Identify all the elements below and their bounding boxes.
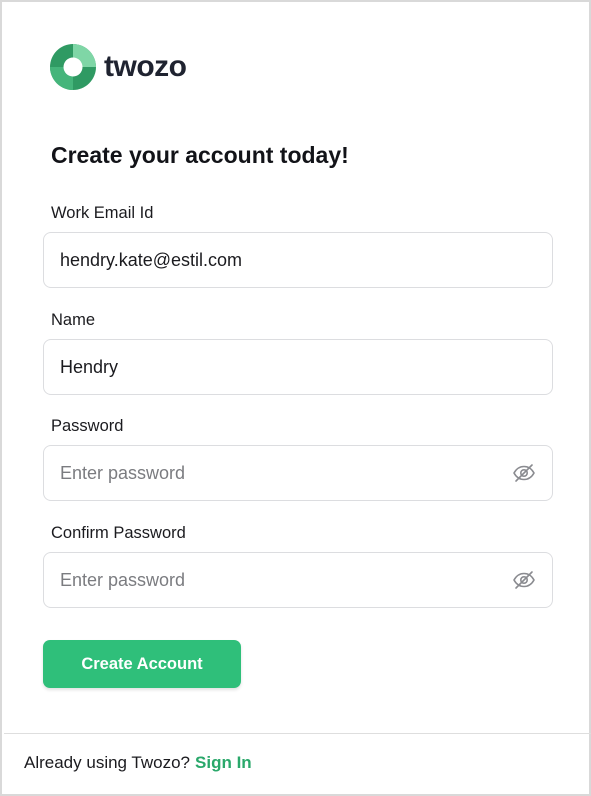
- page-title: Create your account today!: [51, 142, 349, 168]
- email-label: Work Email Id: [51, 204, 154, 222]
- confirm-password-label: Confirm Password: [51, 524, 186, 542]
- brand-name: twozo: [104, 50, 187, 83]
- twozo-ring-logo-icon: [50, 44, 96, 90]
- name-field-box: [43, 339, 553, 395]
- footer-divider: [4, 733, 591, 734]
- confirm-password-field[interactable]: [60, 569, 504, 591]
- brand-logo: twozo: [50, 44, 187, 90]
- footer: Already using Twozo? Sign In: [24, 753, 252, 773]
- eye-off-icon[interactable]: [512, 568, 536, 592]
- password-label: Password: [51, 417, 124, 435]
- password-field[interactable]: [60, 462, 504, 484]
- name-field[interactable]: [60, 356, 536, 378]
- eye-off-icon[interactable]: [512, 461, 536, 485]
- confirm-password-field-box: [43, 552, 553, 608]
- email-field[interactable]: [60, 249, 536, 271]
- footer-prompt: Already using Twozo?: [24, 753, 191, 772]
- name-label: Name: [51, 311, 96, 329]
- signup-page: twozo Create your account today! Work Em…: [0, 0, 591, 796]
- create-account-button[interactable]: Create Account: [43, 640, 241, 688]
- email-field-box: [43, 232, 553, 288]
- sign-in-link[interactable]: Sign In: [195, 753, 252, 772]
- password-field-box: [43, 445, 553, 501]
